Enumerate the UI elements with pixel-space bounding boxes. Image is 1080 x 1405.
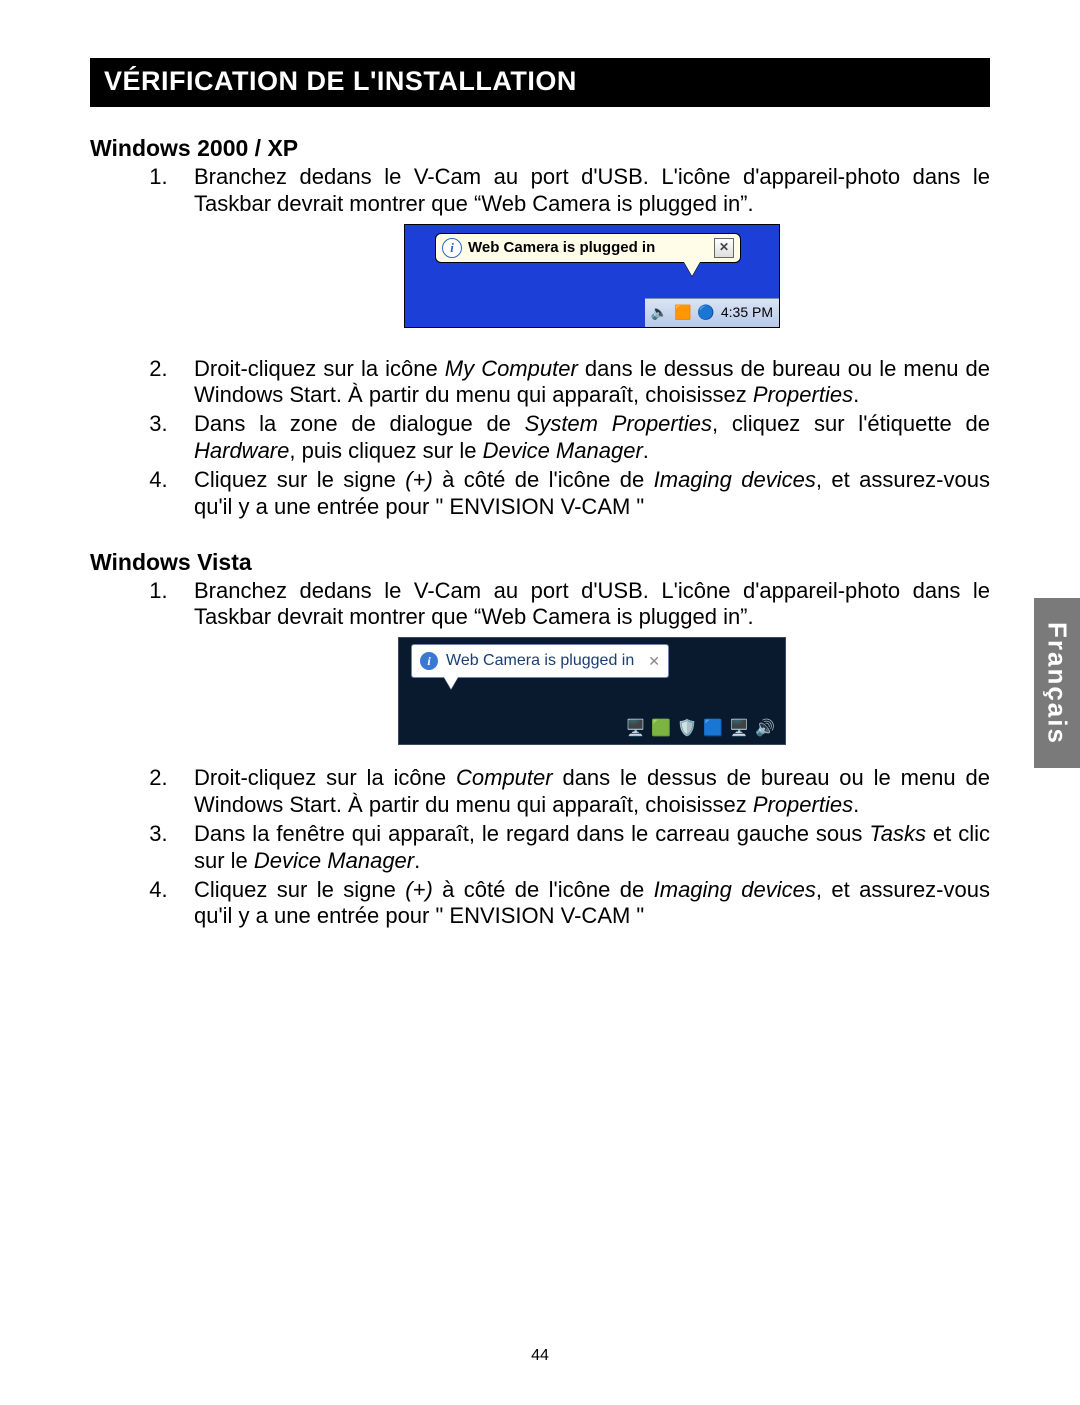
xp-taskbar: 🔈 🟧 🔵 4:35 PM	[645, 298, 779, 327]
vista-screenshot: i Web Camera is plugged in ✕ 🖥️ 🟩 🛡️ 🟦 🖥…	[398, 637, 786, 745]
tray-icon[interactable]: 🟦	[703, 719, 723, 739]
list-item: Droit-cliquez sur la icône My Computer d…	[186, 356, 990, 410]
page: VÉRIFICATION DE L'INSTALLATION Windows 2…	[0, 0, 1080, 1405]
close-icon[interactable]: ✕	[714, 238, 734, 258]
t: Properties	[753, 382, 853, 407]
list-item: Dans la zone de dialogue de System Prope…	[186, 411, 990, 465]
list-item: Cliquez sur le signe (+) à côté de l'icô…	[186, 877, 990, 931]
t: Imaging devices	[654, 877, 816, 902]
volume-icon[interactable]: 🔊	[755, 719, 775, 739]
t: Device Manager	[254, 848, 414, 873]
t: .	[643, 438, 649, 463]
vista-desktop-bg: i Web Camera is plugged in ✕ 🖥️ 🟩 🛡️ 🟦 🖥…	[399, 638, 785, 744]
t: Computer	[456, 765, 553, 790]
t: Droit-cliquez sur la icône	[194, 356, 445, 381]
tray-icon[interactable]: 🟩	[651, 719, 671, 739]
t: à côté de l'icône de	[433, 877, 654, 902]
t: Device Manager	[483, 438, 643, 463]
t: , cliquez sur l'étiquette de	[712, 411, 990, 436]
list-item: Branchez dedans le V-Cam au port d'USB. …	[186, 164, 990, 328]
page-title: VÉRIFICATION DE L'INSTALLATION	[104, 66, 577, 96]
t: (+)	[405, 467, 433, 492]
tray-icon[interactable]: 🟧	[674, 304, 691, 321]
tray-icon[interactable]: 🔵	[697, 304, 714, 321]
step-text: Branchez dedans le V-Cam au port d'USB. …	[194, 578, 990, 630]
t: (+)	[405, 877, 433, 902]
taskbar-time: 4:35 PM	[721, 304, 773, 321]
t: .	[853, 382, 859, 407]
list-item: Dans la fenêtre qui apparaît, le regard …	[186, 821, 990, 875]
close-icon[interactable]: ✕	[648, 653, 660, 670]
tray-icon[interactable]: 🖥️	[625, 719, 645, 739]
vista-steps: Branchez dedans le V-Cam au port d'USB. …	[150, 578, 990, 931]
vista-balloon-text: Web Camera is plugged in	[446, 651, 634, 671]
t: System Properties	[525, 411, 712, 436]
xp-desktop-bg: i Web Camera is plugged in ✕ 🔈 🟧 🔵 4:35 …	[405, 225, 779, 327]
language-side-tab: Français	[1034, 598, 1080, 768]
t: , puis cliquez sur le	[289, 438, 482, 463]
t: Tasks	[869, 821, 926, 846]
list-item: Droit-cliquez sur la icône Computer dans…	[186, 765, 990, 819]
t: Imaging devices	[654, 467, 816, 492]
network-icon[interactable]: 🖥️	[729, 719, 749, 739]
page-number: 44	[0, 1347, 1080, 1365]
t: Dans la zone de dialogue de	[194, 411, 525, 436]
volume-icon[interactable]: 🔈	[651, 304, 668, 321]
shield-icon[interactable]: 🛡️	[677, 719, 697, 739]
xp-screenshot: i Web Camera is plugged in ✕ 🔈 🟧 🔵 4:35 …	[404, 224, 780, 328]
xp-steps: Branchez dedans le V-Cam au port d'USB. …	[150, 164, 990, 521]
t: à côté de l'icône de	[433, 467, 654, 492]
t: Hardware	[194, 438, 289, 463]
t: .	[414, 848, 420, 873]
vista-notification-balloon: i Web Camera is plugged in ✕	[411, 644, 669, 678]
page-title-bar: VÉRIFICATION DE L'INSTALLATION	[90, 58, 990, 107]
t: Properties	[753, 792, 853, 817]
xp-notification-balloon: i Web Camera is plugged in ✕	[435, 233, 741, 263]
list-item: Cliquez sur le signe (+) à côté de l'icô…	[186, 467, 990, 521]
t: My Computer	[445, 356, 578, 381]
t: Droit-cliquez sur la icône	[194, 765, 456, 790]
xp-balloon-text: Web Camera is plugged in	[468, 239, 655, 257]
section-heading-vista: Windows Vista	[90, 549, 990, 576]
t: .	[853, 792, 859, 817]
vista-tray: 🖥️ 🟩 🛡️ 🟦 🖥️ 🔊	[625, 719, 775, 739]
t: Cliquez sur le signe	[194, 877, 405, 902]
info-icon: i	[420, 652, 438, 670]
info-icon: i	[442, 238, 462, 258]
list-item: Branchez dedans le V-Cam au port d'USB. …	[186, 578, 990, 746]
step-text: Branchez dedans le V-Cam au port d'USB. …	[194, 164, 990, 216]
section-heading-xp: Windows 2000 / XP	[90, 135, 990, 162]
t: Cliquez sur le signe	[194, 467, 405, 492]
t: Dans la fenêtre qui apparaît, le regard …	[194, 821, 869, 846]
